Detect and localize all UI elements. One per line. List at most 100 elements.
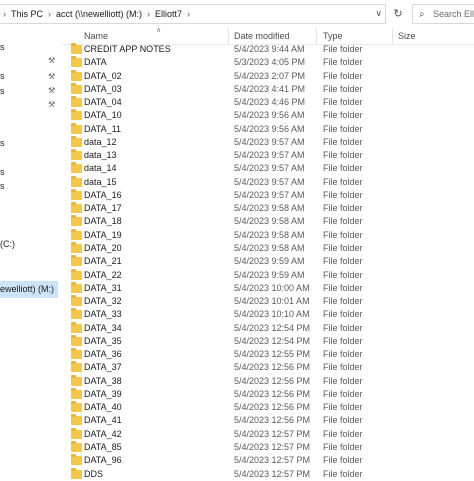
file-name: DATA_04 [84,97,122,108]
column-divider[interactable] [228,28,229,44]
sort-up-icon: ∧ [156,27,162,34]
folder-icon [71,122,82,134]
nav-item-partial[interactable]: s [0,181,5,191]
column-divider[interactable] [316,28,317,44]
file-type: File folder [323,349,363,360]
file-date: 5/4/2023 12:54 PM [234,335,311,346]
folder-icon [71,268,82,280]
file-row[interactable]: DATA_38 5/4/2023 12:56 PM File folder [62,374,474,388]
folder-icon [71,43,82,54]
folder-icon [71,241,82,253]
file-name: DATA_39 [84,388,122,399]
file-row[interactable]: data_15 5/4/2023 9:57 AM File folder [62,175,474,189]
file-row[interactable]: DATA_16 5/4/2023 9:57 AM File folder [62,188,474,202]
file-row[interactable]: DATA_34 5/4/2023 12:54 PM File folder [62,321,474,335]
file-row[interactable]: DATA_17 5/4/2023 9:58 AM File folder [62,202,474,215]
address-bar[interactable]: › This PC › acct (\\newelliott) (M:) › E… [0,4,386,24]
refresh-icon[interactable]: ↻ [390,6,406,22]
folder-icon [71,162,82,174]
file-row[interactable]: data_14 5/4/2023 9:57 AM File folder [62,162,474,175]
folder-icon [71,149,82,161]
nav-item-partial[interactable]: s [0,167,5,177]
nav-item-partial[interactable]: s [0,86,5,96]
file-row[interactable]: DATA_03 5/4/2023 4:41 PM File folder [62,82,474,96]
nav-item-partial[interactable]: s [0,71,5,81]
search-input[interactable]: Search Ellio [433,9,474,19]
folder-icon [71,295,82,307]
file-row[interactable]: DATA_33 5/4/2023 10:10 AM File folder [62,308,474,321]
file-row[interactable]: DATA_19 5/4/2023 9:58 AM File folder [62,228,474,242]
search-box[interactable]: ⌕ Search Ellio [412,4,474,24]
chevron-down-icon[interactable]: ∨ [375,8,382,19]
breadcrumb-folder[interactable]: Elliott7 [153,9,184,19]
pin-icon: ⚒ [48,56,56,65]
folder-icon [71,202,82,214]
nav-item-drive-c[interactable]: (C:) [0,239,15,249]
file-row[interactable]: DATA_36 5/4/2023 12:55 PM File folder [62,348,474,361]
folder-icon [71,454,82,466]
file-type: File folder [323,362,363,373]
column-header-type[interactable]: Type [323,31,343,41]
file-row[interactable]: DATA_31 5/4/2023 10:00 AM File folder [62,281,474,295]
file-row[interactable]: DATA_32 5/4/2023 10:01 AM File folder [62,295,474,308]
file-type: File folder [323,123,363,134]
file-row[interactable]: DATA_96 5/4/2023 12:57 PM File folder [62,454,474,467]
file-row[interactable]: DATA_11 5/4/2023 9:56 AM File folder [62,122,474,136]
column-divider[interactable] [392,28,393,44]
file-name: DDS [84,468,104,479]
file-type: File folder [323,136,363,147]
file-row[interactable]: DDS 5/4/2023 12:57 PM File folder [62,467,474,481]
file-row[interactable]: DATA_41 5/4/2023 12:56 PM File folder [62,414,474,427]
folder-icon [71,440,82,452]
nav-item-partial[interactable]: s [0,138,5,148]
column-header-size[interactable]: Size [398,31,416,41]
file-row[interactable]: DATA_02 5/4/2023 2:07 PM File folder [62,69,474,83]
chevron-right-icon[interactable]: › [184,9,193,19]
file-date: 5/4/2023 10:10 AM [234,309,310,320]
column-header-name[interactable]: Name [84,31,108,41]
file-name: DATA_33 [84,309,122,320]
breadcrumb-drive[interactable]: acct (\\newelliott) (M:) [54,9,144,19]
file-row[interactable]: DATA_10 5/4/2023 9:56 AM File folder [62,109,474,122]
file-type: File folder [323,229,363,240]
file-date: 5/4/2023 12:55 PM [234,349,311,360]
file-row[interactable]: DATA_20 5/4/2023 9:58 AM File folder [62,241,474,255]
breadcrumb-this-pc[interactable]: This PC [9,9,45,19]
file-row[interactable]: DATA_39 5/4/2023 12:56 PM File folder [62,387,474,401]
file-name: data_15 [84,176,117,187]
file-date: 5/4/2023 9:44 AM [234,44,305,54]
chevron-right-icon[interactable]: › [144,9,153,19]
file-row[interactable]: DATA_21 5/4/2023 9:59 AM File folder [62,255,474,268]
file-row[interactable]: DATA_22 5/4/2023 9:59 AM File folder [62,268,474,282]
file-name: DATA_35 [84,335,122,346]
file-row[interactable]: DATA_18 5/4/2023 9:58 AM File folder [62,215,474,228]
column-header-date[interactable]: Date modified [234,31,290,41]
file-row[interactable]: DATA_85 5/4/2023 12:57 PM File folder [62,440,474,454]
file-date: 5/4/2023 12:57 PM [234,455,311,466]
file-row[interactable]: DATA_04 5/4/2023 4:46 PM File folder [62,96,474,109]
file-row[interactable]: CREDIT APP NOTES 5/4/2023 9:44 AM File fol… [62,43,474,56]
nav-item-partial[interactable]: s [0,42,5,52]
file-name: data_13 [84,150,117,161]
pin-icon: ⚒ [48,86,56,95]
file-row[interactable]: DATA_37 5/4/2023 12:56 PM File folder [62,361,474,374]
file-row[interactable]: DATA 5/3/2023 4:05 PM File folder [62,56,474,69]
file-type: File folder [323,468,363,479]
file-date: 5/4/2023 9:58 AM [234,216,305,227]
folder-icon [71,69,82,81]
file-list: CREDIT APP NOTES 5/4/2023 9:44 AM File fol… [62,43,474,481]
file-row[interactable]: data_12 5/4/2023 9:57 AM File folder [62,135,474,149]
file-row[interactable]: data_13 5/4/2023 9:57 AM File folder [62,149,474,162]
file-type: File folder [323,70,363,81]
address-toolbar: › This PC › acct (\\newelliott) (M:) › E… [0,0,474,28]
nav-item-drive-m[interactable]: ewelliott) (M:) [0,284,54,294]
file-row[interactable]: DATA_42 5/4/2023 12:57 PM File folder [62,427,474,441]
file-type: File folder [323,44,363,54]
file-row[interactable]: DATA_40 5/4/2023 12:56 PM File folder [62,401,474,414]
file-name: CREDIT APP NOTES [84,44,171,54]
file-type: File folder [323,216,363,227]
file-date: 5/4/2023 12:57 PM [234,428,311,439]
folder-icon [71,135,82,147]
chevron-right-icon[interactable]: › [45,9,54,19]
file-row[interactable]: DATA_35 5/4/2023 12:54 PM File folder [62,334,474,348]
